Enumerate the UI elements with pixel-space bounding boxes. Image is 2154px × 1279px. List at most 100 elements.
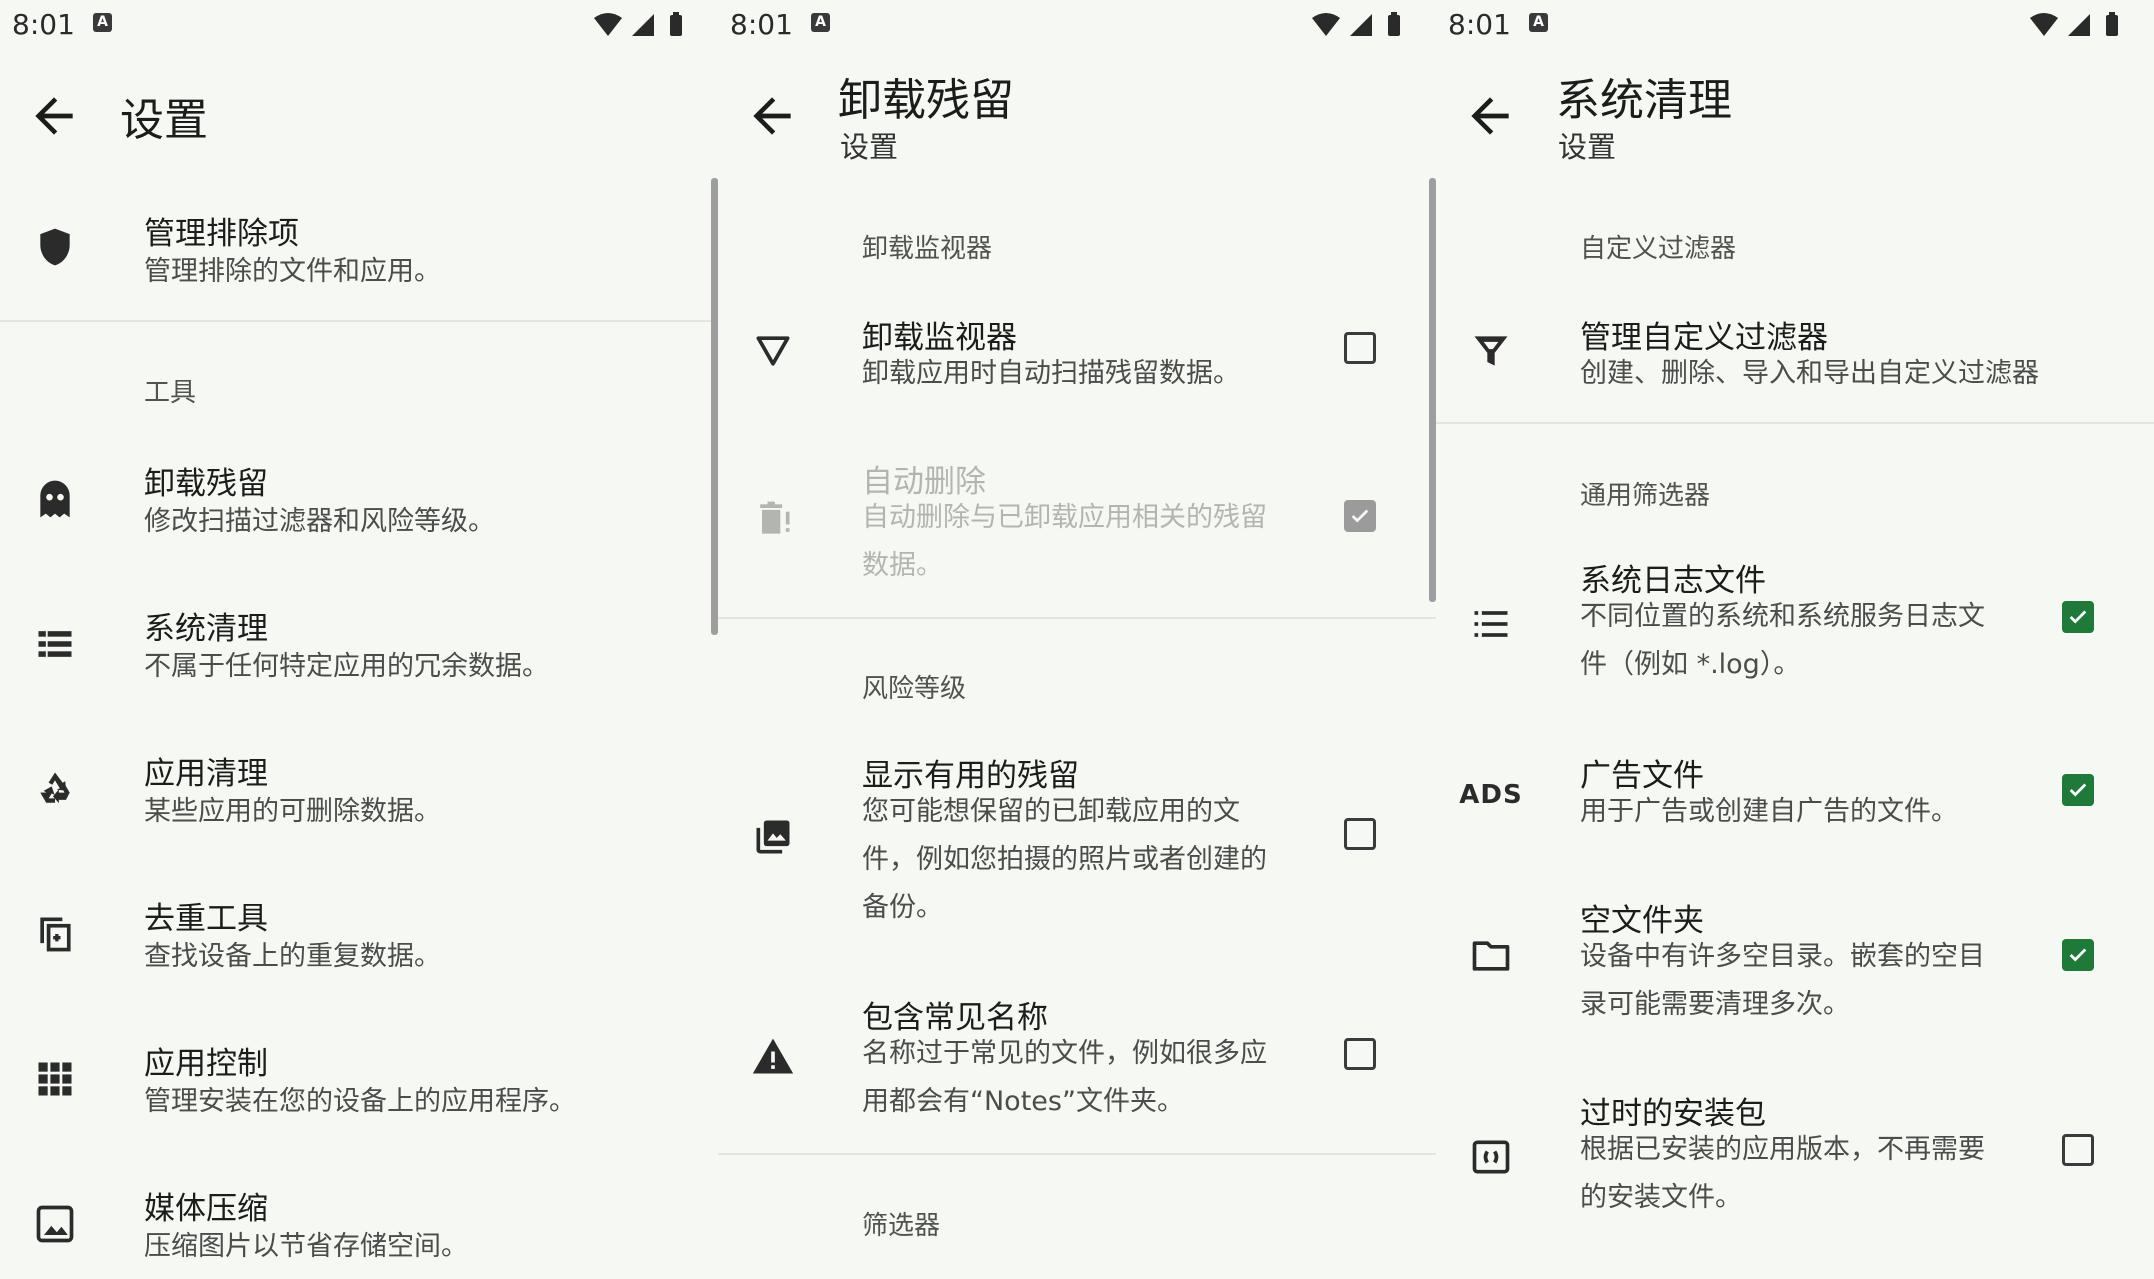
item-title: 去重工具: [144, 901, 268, 937]
list-item-deduplicator[interactable]: 去重工具 查找设备上的重复数据。: [0, 875, 718, 1005]
status-bar: 8:01 A: [0, 0, 718, 50]
section-header-custom-filters: 自定义过滤器: [1580, 234, 1737, 264]
warning-icon: [746, 1030, 800, 1084]
list-item-uninstall-residue[interactable]: 卸载残留 修改扫描过滤器和风险等级。: [0, 440, 718, 570]
folder-icon: [1464, 929, 1518, 983]
list-item-app-control[interactable]: 应用控制 管理安装在您的设备上的应用程序。: [0, 1020, 718, 1150]
item-desc: 压缩图片以节省存储空间。: [144, 1231, 468, 1262]
apps-grid-icon: [28, 1052, 82, 1106]
ghost-icon: [28, 472, 82, 526]
section-header-filters: 筛选器: [862, 1211, 941, 1241]
checkbox-auto-delete: [1344, 500, 1376, 532]
status-bar: 8:01 A: [718, 0, 1436, 50]
back-arrow-icon[interactable]: [1462, 88, 1518, 144]
item-title: 卸载残留: [144, 466, 268, 502]
item-desc: 创建、删除、导入和导出自定义过滤器: [1580, 358, 2039, 389]
filter-empty-folders[interactable]: 空文件夹 设备中有许多空目录。嵌套的空目录可能需要清理多次。: [1436, 895, 2154, 1045]
item-desc: 设备中有许多空目录。嵌套的空目录可能需要清理多次。: [1580, 941, 1985, 1020]
divider: [0, 320, 718, 322]
settings-panel: 8:01 A 设置 管理排除项 管理排除的文件和应用。 工具 卸载残留 修改扫描…: [0, 0, 718, 1279]
shield-icon: [28, 220, 82, 274]
item-title: 系统清理: [144, 611, 268, 647]
app-bar: 设置: [0, 52, 718, 172]
back-arrow-icon[interactable]: [26, 88, 82, 144]
trash-icon: [746, 492, 800, 546]
list-item-media-compression[interactable]: 媒体压缩 压缩图片以节省存储空间。: [0, 1165, 718, 1279]
checkbox-obsolete-apks[interactable]: [2062, 1134, 2094, 1166]
page-subtitle: 设置: [1558, 130, 1617, 164]
item-desc: 管理排除的文件和应用。: [144, 256, 441, 287]
item-desc: 用于广告或创建自广告的文件。: [1580, 796, 1958, 827]
item-desc: 不同位置的系统和系统服务日志文件（例如 *.log）。: [1580, 601, 1985, 680]
app-bar: 卸载残留 设置: [718, 52, 1436, 172]
section-header-risk: 风险等级: [862, 674, 967, 704]
item-desc: 查找设备上的重复数据。: [144, 941, 441, 972]
divider: [718, 617, 1436, 619]
item-title: 媒体压缩: [144, 1191, 268, 1227]
list-bullets-icon: [1464, 597, 1518, 651]
checkbox-uninstall-monitor[interactable]: [1344, 332, 1376, 364]
item-title: 管理排除项: [144, 216, 299, 252]
filter-icon: [1464, 324, 1518, 378]
recycle-icon: [28, 762, 82, 816]
page-title: 系统清理: [1556, 75, 1732, 126]
status-icons: [2030, 12, 2118, 36]
notification-a-icon: A: [93, 13, 112, 32]
duplicate-icon: [28, 907, 82, 961]
section-header-tools: 工具: [144, 378, 197, 408]
checkbox-empty-folders[interactable]: [2062, 939, 2094, 971]
page-title: 设置: [120, 95, 208, 146]
checkbox-show-useful-residue[interactable]: [1344, 818, 1376, 850]
item-title: 应用控制: [144, 1046, 268, 1082]
status-icons: [594, 12, 682, 36]
item-desc: 根据已安装的应用版本，不再需要的安装文件。: [1580, 1134, 1985, 1213]
item-desc: 管理安装在您的设备上的应用程序。: [144, 1086, 576, 1117]
list-item-app-cleaner[interactable]: 应用清理 某些应用的可删除数据。: [0, 730, 718, 860]
apk-icon: [1464, 1130, 1518, 1184]
setting-uninstall-monitor[interactable]: 卸载监视器 卸载应用时自动扫描残留数据。: [718, 290, 1436, 420]
divider: [718, 1153, 1436, 1155]
status-time: 8:01: [730, 8, 793, 41]
setting-show-useful-residue[interactable]: 显示有用的残留 您可能想保留的已卸载应用的文件，例如您拍摄的照片或者创建的备份。: [718, 738, 1436, 938]
app-bar: 系统清理 设置: [1436, 52, 2154, 172]
page-title: 卸载残留: [838, 75, 1014, 126]
status-time: 8:01: [12, 8, 75, 41]
page-subtitle: 设置: [840, 130, 899, 164]
item-desc: 不属于任何特定应用的冗余数据。: [144, 651, 549, 682]
item-title: 应用清理: [144, 756, 268, 792]
filter-system-logs[interactable]: 系统日志文件 不同位置的系统和系统服务日志文件（例如 *.log）。: [1436, 555, 2154, 705]
item-desc: 卸载应用时自动扫描残留数据。: [862, 358, 1240, 389]
system-cleaner-settings-panel: 8:01 A 系统清理 设置 自定义过滤器 管理自定义过滤器 创建、删除、导入和…: [1436, 0, 2154, 1279]
notification-a-icon: A: [1529, 13, 1548, 32]
filter-obsolete-apks[interactable]: 过时的安装包 根据已安装的应用版本，不再需要的安装文件。: [1436, 1088, 2154, 1238]
image-icon: [28, 1197, 82, 1251]
list-item-system-cleaner[interactable]: 系统清理 不属于任何特定应用的冗余数据。: [0, 585, 718, 715]
back-arrow-icon[interactable]: [744, 88, 800, 144]
section-header-monitor: 卸载监视器: [862, 234, 993, 264]
ads-icon: ADS: [1459, 780, 1523, 810]
scrollbar[interactable]: [1429, 178, 1436, 602]
divider: [1436, 422, 2154, 424]
item-desc: 修改扫描过滤器和风险等级。: [144, 506, 495, 537]
uninstall-residue-settings-panel: 8:01 A 卸载残留 设置 卸载监视器 卸载监视器 卸载应用时自动扫描残留数据…: [718, 0, 1436, 1279]
list-item-manage-custom-filters[interactable]: 管理自定义过滤器 创建、删除、导入和导出自定义过滤器: [1436, 290, 2154, 420]
setting-include-common-names[interactable]: 包含常见名称 名称过于常见的文件，例如很多应用都会有“Notes”文件夹。: [718, 980, 1436, 1130]
filter-ad-files[interactable]: ADS 广告文件 用于广告或创建自广告的文件。: [1436, 750, 2154, 870]
status-time: 8:01: [1448, 8, 1511, 41]
item-desc: 某些应用的可删除数据。: [144, 796, 441, 827]
scrollbar[interactable]: [711, 178, 718, 635]
item-desc: 名称过于常见的文件，例如很多应用都会有“Notes”文件夹。: [862, 1038, 1267, 1117]
status-bar: 8:01 A: [1436, 0, 2154, 50]
setting-auto-delete: 自动删除 自动删除与已卸载应用相关的残留数据。: [718, 440, 1436, 600]
checkbox-include-common-names[interactable]: [1344, 1038, 1376, 1070]
list-icon: [28, 617, 82, 671]
photos-icon: [746, 810, 800, 864]
filter-outline-icon: [746, 324, 800, 378]
checkbox-system-logs[interactable]: [2062, 601, 2094, 633]
section-header-general-filters: 通用筛选器: [1580, 481, 1711, 511]
checkbox-ad-files[interactable]: [2062, 774, 2094, 806]
list-item-manage-exclusions[interactable]: 管理排除项 管理排除的文件和应用。: [0, 190, 718, 320]
notification-a-icon: A: [811, 13, 830, 32]
item-desc: 您可能想保留的已卸载应用的文件，例如您拍摄的照片或者创建的备份。: [862, 796, 1267, 923]
item-desc: 自动删除与已卸载应用相关的残留数据。: [862, 502, 1267, 581]
